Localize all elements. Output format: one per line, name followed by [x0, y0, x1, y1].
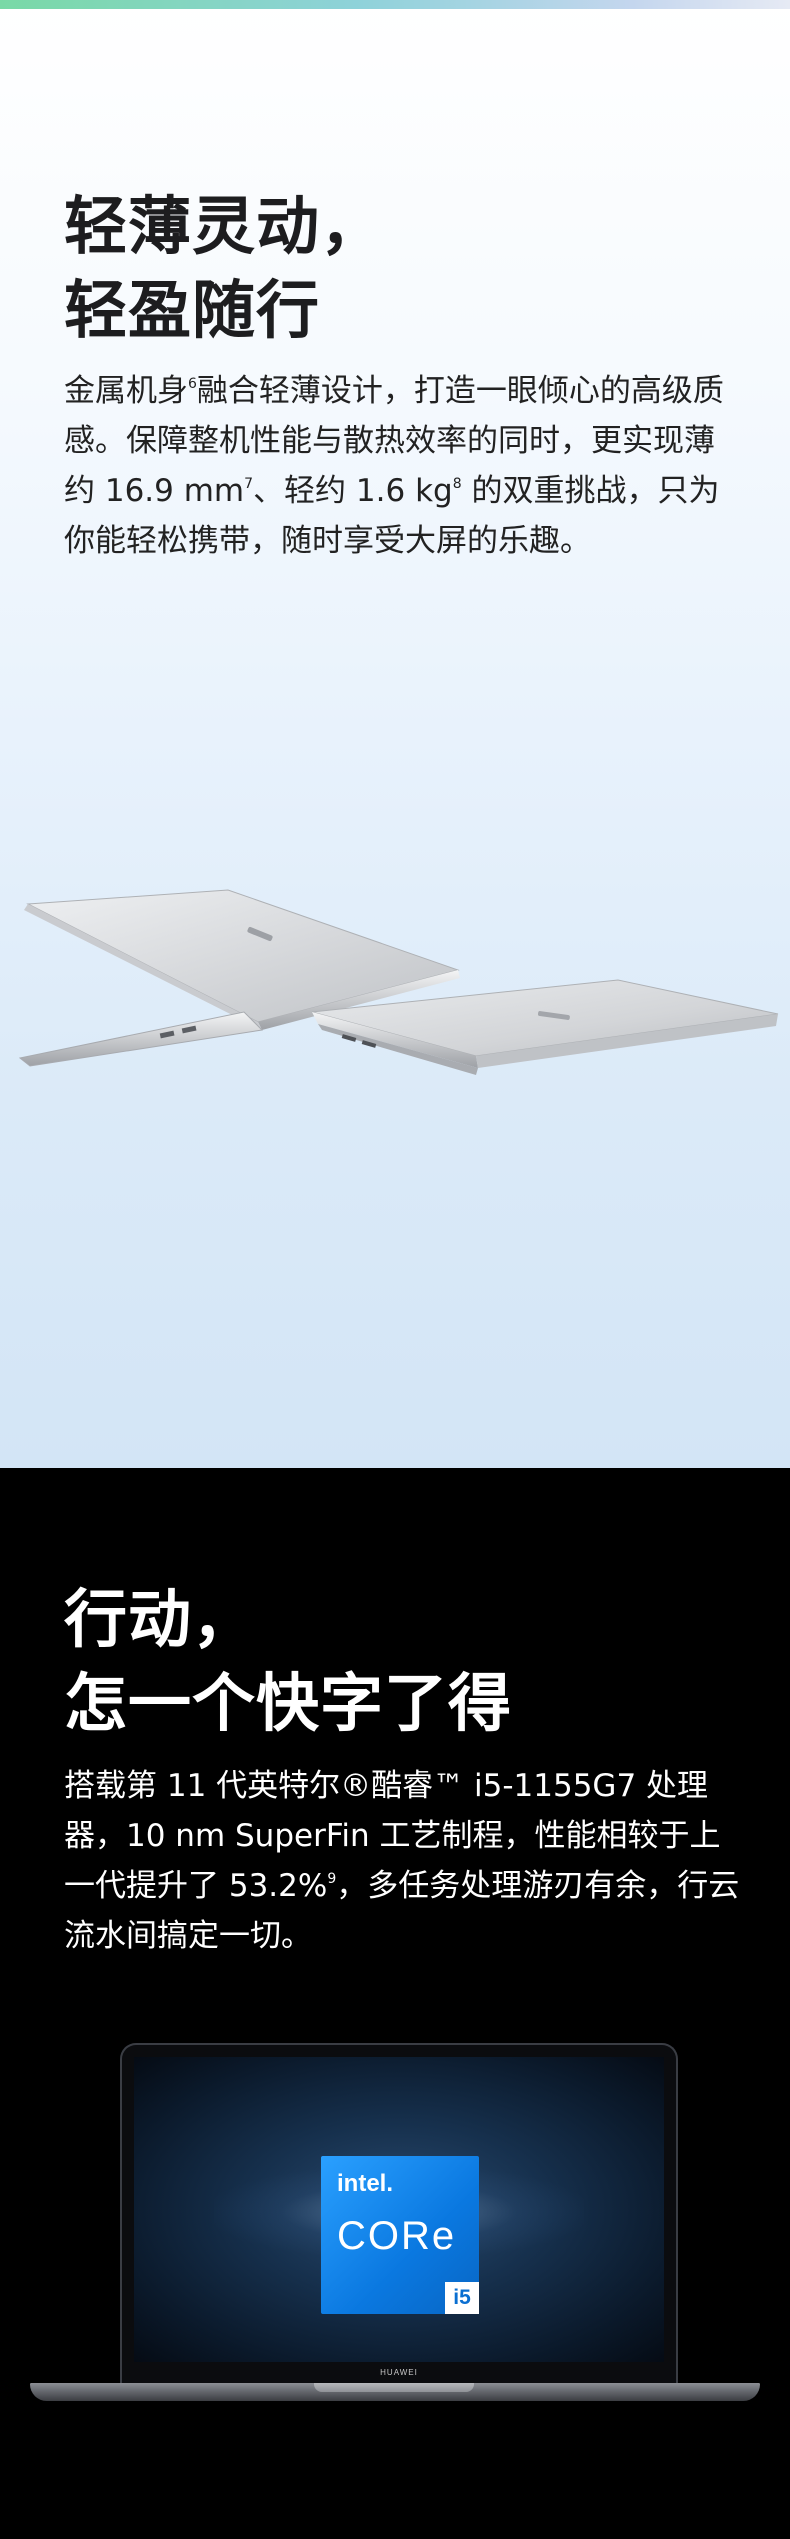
screen-bezel: intel. CORe i5 HUAWEI: [120, 2043, 678, 2385]
intel-core-badge: intel. CORe i5: [321, 2156, 479, 2314]
laptop-front-view: intel. CORe i5 HUAWEI: [30, 2043, 760, 2503]
footnote-9: 9: [327, 1871, 337, 1887]
tier-label: i5: [445, 2282, 479, 2314]
title-line-1: 行动，: [64, 1583, 256, 1656]
section-title: 轻薄灵动， 轻盈随行: [64, 185, 384, 353]
title-line-1: 轻薄灵动，: [64, 190, 384, 263]
laptop-screen: intel. CORe i5: [134, 2057, 664, 2362]
laptops-illustration: [18, 889, 779, 1075]
title-line-2: 怎一个快字了得: [64, 1667, 512, 1740]
performance-section: 行动， 怎一个快字了得 搭载第 11 代英特尔®酷睿™ i5-1155G7 处理…: [0, 1468, 790, 2539]
product-detail-page: 轻薄灵动， 轻盈随行 金属机身6融合轻薄设计，打造一眼倾心的高级质感。保障整机性…: [0, 0, 790, 2539]
top-accent-bar: [0, 0, 790, 9]
desc-part-c: 、轻约 1.6 kg: [253, 473, 453, 509]
footnote-7: 7: [244, 476, 254, 492]
thin-light-section: 轻薄灵动， 轻盈随行 金属机身6融合轻薄设计，打造一眼倾心的高级质感。保障整机性…: [0, 0, 790, 1468]
core-logo-text: CORe: [337, 2214, 457, 2258]
section-description: 搭载第 11 代英特尔®酷睿™ i5-1155G7 处理器，10 nm Supe…: [64, 1761, 744, 1961]
huawei-logo: HUAWEI: [134, 2362, 664, 2383]
title-line-2: 轻盈随行: [64, 274, 320, 347]
footnote-6: 6: [188, 376, 197, 392]
desc-part-a: 金属机身: [64, 373, 188, 409]
lid-notch: [314, 2383, 474, 2392]
footnote-8: 8: [452, 476, 462, 492]
intel-logo-text: intel.: [337, 2170, 394, 2197]
section-title: 行动， 怎一个快字了得: [64, 1578, 512, 1746]
section-description: 金属机身6融合轻薄设计，打造一眼倾心的高级质感。保障整机性能与散热效率的同时，更…: [64, 366, 744, 566]
